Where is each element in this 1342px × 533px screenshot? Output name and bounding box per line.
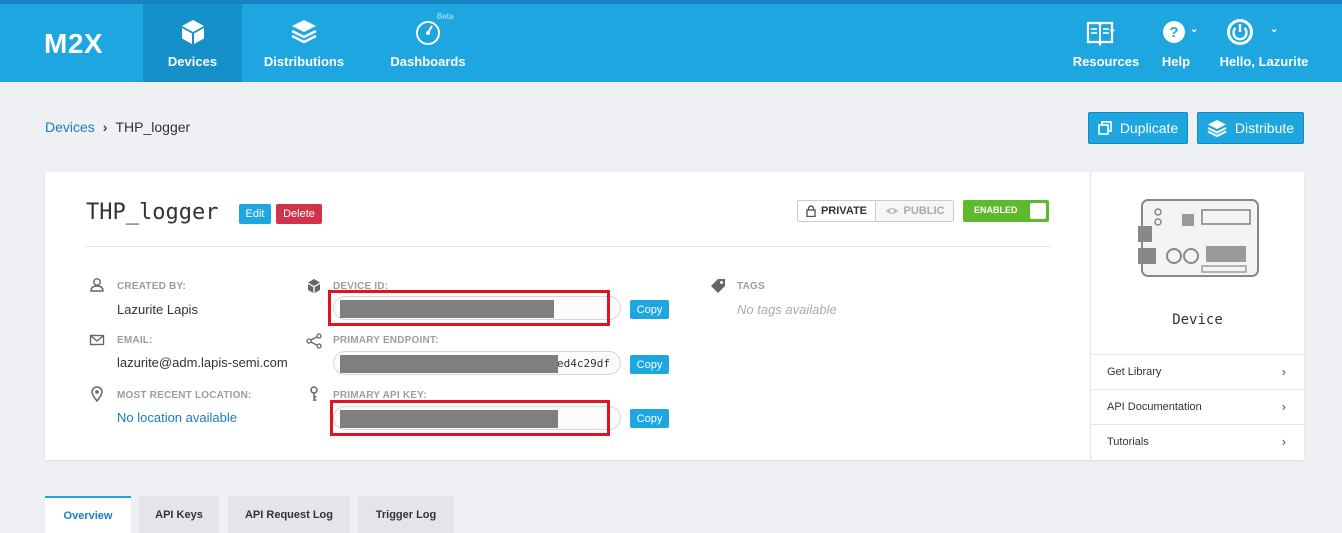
endpoint-tail: ed4c29df [557, 357, 610, 370]
email-value: lazurite@adm.lapis-semi.com [117, 355, 288, 370]
breadcrumb-current: THP_logger [115, 119, 191, 135]
nav-resources-label: Resources [1072, 54, 1140, 69]
device-details: THP_logger Edit Delete PRIVATE PUBLIC EN… [45, 172, 1090, 460]
private-label: PRIVATE [820, 205, 868, 217]
breadcrumb-separator: › [102, 119, 108, 135]
chevron-right-icon: › [1281, 434, 1286, 449]
device-side-panel: Device Get Library › API Documentation ›… [1090, 172, 1304, 460]
breadcrumb: Devices › THP_logger [45, 119, 190, 135]
api-documentation-label: API Documentation [1107, 401, 1202, 413]
toggle-knob [1030, 203, 1046, 219]
nav-help-label: Help [1161, 54, 1191, 69]
highlight-box [330, 400, 610, 436]
nav-user-menu[interactable]: ⌄ Hello, Lazurite [1218, 4, 1310, 82]
location-label: MOST RECENT LOCATION: [117, 390, 252, 401]
edit-button[interactable]: Edit [239, 204, 271, 224]
tutorials-link[interactable]: Tutorials › [1091, 424, 1304, 459]
chevron-down-icon: ⌄ [1190, 24, 1199, 35]
api-documentation-link[interactable]: API Documentation › [1091, 389, 1304, 424]
public-label: PUBLIC [903, 205, 945, 217]
highlight-box [328, 290, 610, 326]
get-library-link[interactable]: Get Library › [1091, 354, 1304, 389]
cube-icon [181, 20, 204, 44]
layers-icon [1207, 120, 1227, 137]
public-option[interactable]: PUBLIC [876, 201, 953, 221]
distribute-label: Distribute [1234, 120, 1295, 136]
chevron-down-icon: ⌄ [1270, 24, 1279, 35]
tags-label: TAGS [737, 281, 765, 292]
tutorials-label: Tutorials [1107, 436, 1149, 448]
question-icon: ? [1163, 21, 1185, 43]
share-icon [306, 333, 322, 349]
key-icon [310, 386, 318, 401]
user-icon [90, 278, 104, 292]
copy-api-key-button[interactable]: Copy [630, 409, 669, 428]
location-pin-icon [91, 386, 103, 402]
chevron-down-icon: ⌄ [1108, 24, 1117, 35]
svg-text:?: ? [1169, 24, 1178, 41]
enabled-toggle[interactable]: ENABLED [963, 200, 1049, 222]
enabled-label: ENABLED [974, 205, 1018, 215]
device-name: THP_logger [86, 200, 219, 225]
chevron-right-icon: › [1281, 364, 1286, 379]
eye-icon [885, 208, 898, 214]
nav-user-label: Hello, Lazurite [1219, 54, 1309, 69]
cube-icon [308, 279, 320, 293]
nav-dashboards[interactable]: Beta Dashboards [383, 4, 473, 82]
copy-endpoint-button[interactable]: Copy [630, 355, 669, 374]
private-option[interactable]: PRIVATE [798, 201, 876, 221]
power-icon [1227, 19, 1253, 45]
location-value[interactable]: No location available [117, 410, 237, 425]
privacy-toggle: PRIVATE PUBLIC [797, 200, 954, 222]
lock-icon [806, 205, 816, 217]
breadcrumb-devices-link[interactable]: Devices [45, 119, 95, 135]
distribute-button[interactable]: Distribute [1197, 112, 1304, 144]
tab-api-request-log[interactable]: API Request Log [228, 496, 350, 533]
device-card: THP_logger Edit Delete PRIVATE PUBLIC EN… [45, 172, 1304, 460]
duplicate-button[interactable]: Duplicate [1088, 112, 1188, 144]
nav-devices[interactable]: Devices [143, 4, 242, 82]
nav-dashboards-label: Dashboards [390, 54, 466, 69]
nav-devices-label: Devices [167, 54, 218, 69]
gauge-icon [416, 21, 440, 45]
device-board-icon [1138, 199, 1259, 277]
tab-api-keys[interactable]: API Keys [139, 496, 219, 533]
device-type-label: Device [1172, 312, 1223, 328]
layers-icon [291, 20, 317, 44]
m2x-logo[interactable]: M2X [44, 28, 103, 60]
nav-distributions-label: Distributions [263, 54, 345, 69]
envelope-icon [89, 334, 105, 346]
nav-distributions[interactable]: Distributions [256, 4, 352, 82]
redacted-value [340, 355, 558, 373]
tags-empty: No tags available [737, 302, 837, 317]
chevron-right-icon: › [1281, 399, 1286, 414]
copy-device-id-button[interactable]: Copy [630, 300, 669, 319]
email-label: EMAIL: [117, 335, 153, 346]
endpoint-field[interactable]: ed4c29df [333, 351, 621, 375]
delete-button[interactable]: Delete [276, 204, 322, 224]
nav-resources[interactable]: ⌄ Resources [1070, 4, 1142, 82]
beta-badge: Beta [437, 12, 454, 21]
tab-overview[interactable]: Overview [45, 496, 131, 533]
duplicate-label: Duplicate [1119, 120, 1179, 136]
tag-icon [711, 279, 725, 293]
endpoint-label: PRIMARY ENDPOINT: [333, 335, 439, 346]
divider [86, 246, 1050, 247]
duplicate-icon [1098, 121, 1112, 135]
nav-help[interactable]: ? ⌄ Help [1156, 4, 1199, 82]
get-library-label: Get Library [1107, 366, 1162, 378]
created-by-label: CREATED BY: [117, 281, 187, 292]
tab-trigger-log[interactable]: Trigger Log [358, 496, 454, 533]
created-by-value: Lazurite Lapis [117, 302, 198, 317]
top-navigation-bar: M2X Devices Distributions Beta Dashboard… [0, 0, 1342, 82]
